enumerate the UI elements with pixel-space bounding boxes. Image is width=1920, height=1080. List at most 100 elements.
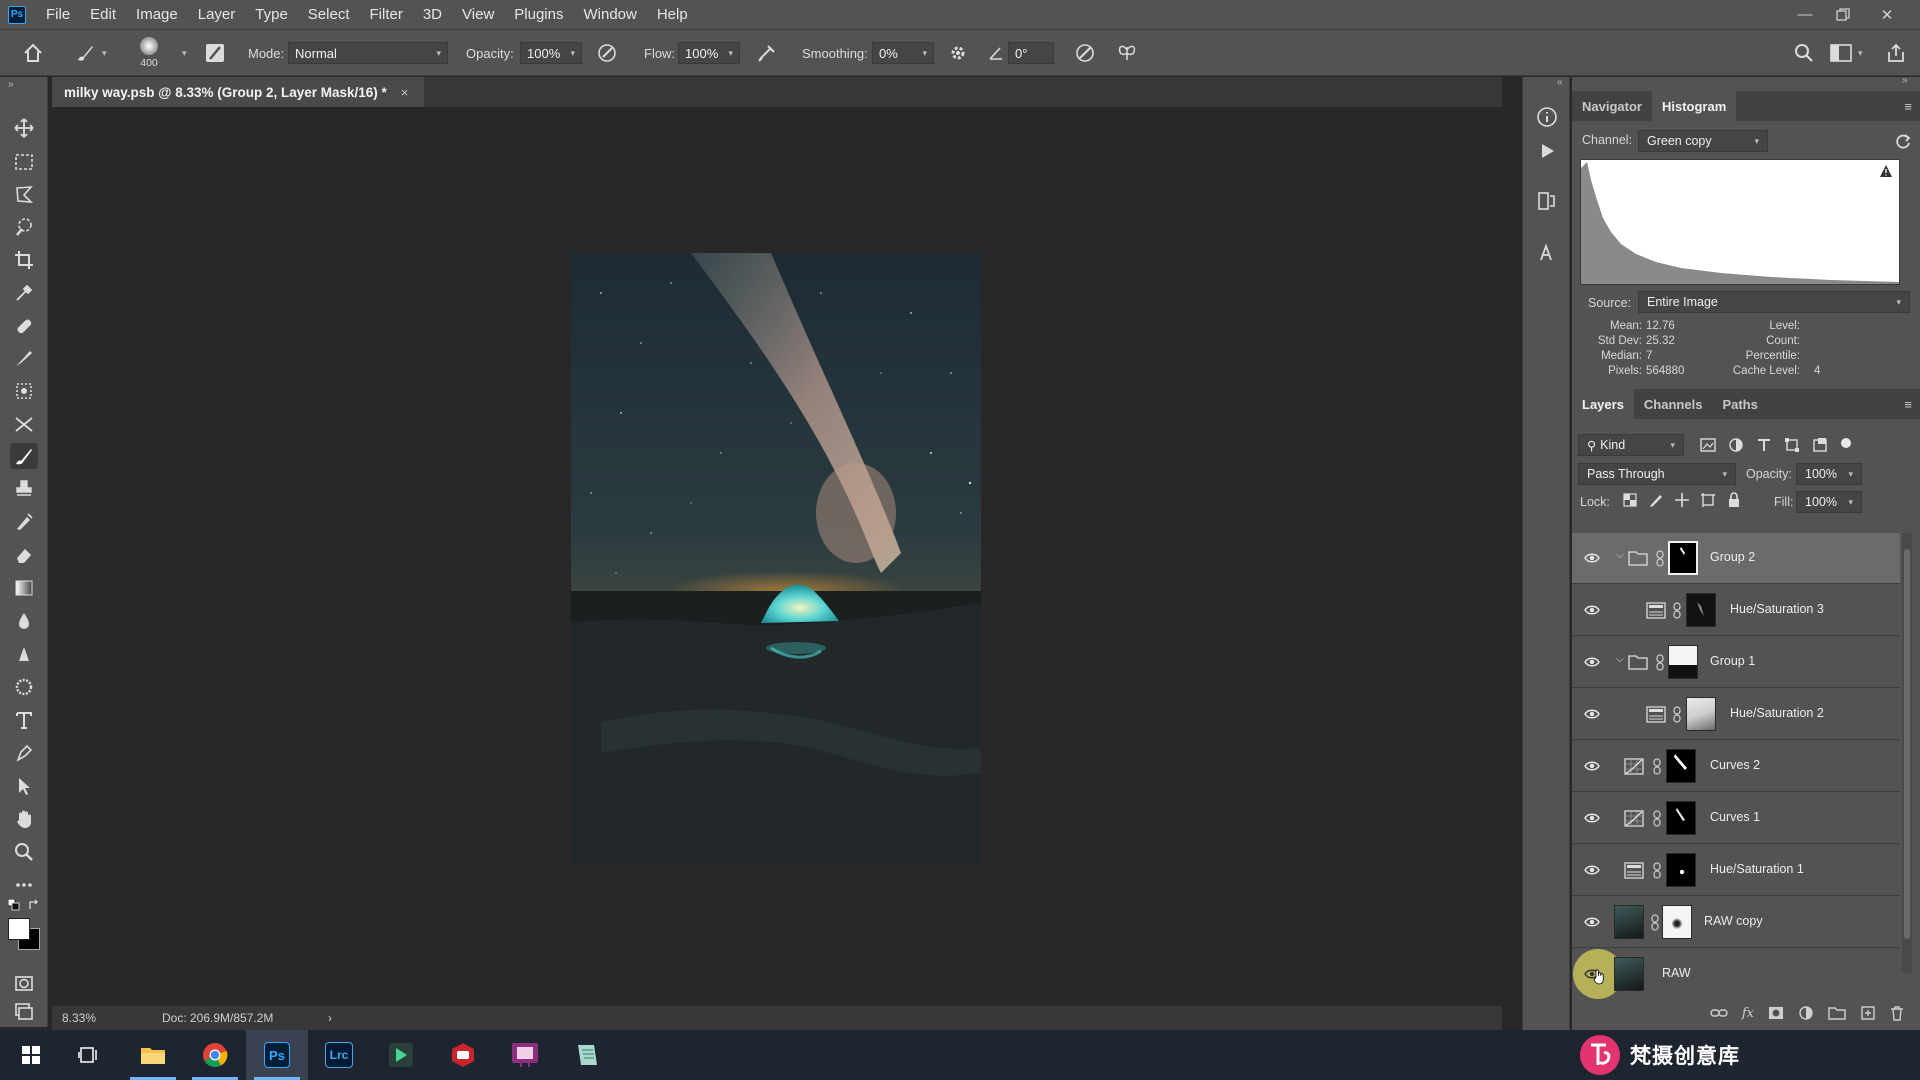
scrollbar-thumb[interactable] <box>1904 549 1910 939</box>
layer-row-hue-saturation-3[interactable]: Hue/Saturation 3 <box>1572 585 1900 636</box>
visibility-eye-icon[interactable] <box>1584 654 1600 670</box>
opacity-field[interactable]: 100% ▾ <box>520 30 582 76</box>
layer-mask-thumbnail[interactable] <box>1668 645 1698 679</box>
menu-help[interactable]: Help <box>647 6 698 23</box>
layer-mask-thumbnail[interactable] <box>1686 593 1716 627</box>
refresh-histogram-icon[interactable] <box>1894 132 1912 153</box>
collapse-right-panel-icon[interactable]: » <box>1902 75 1908 86</box>
smart-object-filter-icon[interactable] <box>1812 437 1828 453</box>
workspace-icon[interactable]: ▾ <box>1830 30 1863 76</box>
home-icon[interactable] <box>22 30 44 76</box>
visibility-eye-icon[interactable] <box>1584 810 1600 826</box>
info-icon[interactable] <box>1535 105 1559 129</box>
layer-mask-thumbnail[interactable] <box>1666 749 1696 783</box>
mask-link-icon[interactable] <box>1650 914 1660 931</box>
mask-link-icon[interactable] <box>1655 654 1665 671</box>
source-select[interactable]: Entire Image ▾ <box>1638 291 1910 313</box>
fill-field[interactable]: 100% ▾ <box>1796 491 1862 513</box>
layer-opacity-field[interactable]: 100% ▾ <box>1796 463 1862 485</box>
layer-image-thumbnail[interactable] <box>1614 957 1644 991</box>
layer-row-hue-saturation-2[interactable]: Hue/Saturation 2 <box>1572 689 1900 740</box>
app-notes-icon[interactable] <box>556 1030 618 1080</box>
path-selection-tool-icon[interactable] <box>10 773 38 799</box>
close-tab-icon[interactable]: × <box>401 85 409 100</box>
file-explorer-icon[interactable] <box>122 1030 184 1080</box>
layer-mask-thumbnail[interactable] <box>1662 905 1692 939</box>
restore-icon[interactable] <box>1824 0 1862 29</box>
blend-mode-select[interactable]: Pass Through ▾ <box>1578 463 1736 485</box>
channel-select[interactable]: Green copy ▾ <box>1638 130 1768 152</box>
chrome-icon[interactable] <box>184 1030 246 1080</box>
visibility-eye-icon[interactable] <box>1584 758 1600 774</box>
layer-mask-thumbnail[interactable] <box>1666 801 1696 835</box>
zoom-level[interactable]: 8.33% <box>62 1011 96 1025</box>
tab-layers[interactable]: Layers <box>1572 389 1634 419</box>
pressure-size-icon[interactable] <box>1074 30 1096 76</box>
visibility-eye-icon[interactable] <box>1584 550 1600 566</box>
tab-channels[interactable]: Channels <box>1634 389 1713 419</box>
new-layer-icon[interactable] <box>1860 1005 1876 1021</box>
menu-edit[interactable]: Edit <box>80 6 126 23</box>
photoshop-taskbar-icon[interactable]: Ps <box>246 1030 308 1080</box>
lightroom-classic-icon[interactable]: Lrc <box>308 1030 370 1080</box>
minimize-icon[interactable]: — <box>1786 0 1824 29</box>
layer-mask-thumbnail[interactable] <box>1668 541 1698 575</box>
quick-selection-tool-icon[interactable] <box>10 214 38 240</box>
expand-group-icon[interactable]: ⌵ <box>1616 550 1624 561</box>
menu-select[interactable]: Select <box>298 6 360 23</box>
type-tool-icon[interactable] <box>10 707 38 733</box>
menu-filter[interactable]: Filter <box>360 6 413 23</box>
pen-tool-icon[interactable] <box>10 674 38 700</box>
mask-link-icon[interactable] <box>1655 550 1665 567</box>
smoothing-field[interactable]: 0% ▾ <box>872 30 934 76</box>
new-adjustment-layer-icon[interactable] <box>1798 1005 1814 1021</box>
delete-layer-icon[interactable] <box>1890 1005 1904 1021</box>
layer-row-hue-saturation-1[interactable]: Hue/Saturation 1 <box>1572 845 1900 896</box>
adjustment-filter-icon[interactable] <box>1728 437 1744 453</box>
menu-type[interactable]: Type <box>245 6 298 23</box>
layer-mask-thumbnail[interactable] <box>1666 853 1696 887</box>
foreground-color-swatch[interactable] <box>8 918 30 940</box>
stamp-tool-icon[interactable] <box>10 476 38 502</box>
layer-image-thumbnail[interactable] <box>1614 905 1644 939</box>
menu-3d[interactable]: 3D <box>413 6 452 23</box>
visibility-eye-icon[interactable] <box>1584 602 1600 618</box>
brush-preset-picker[interactable]: 400 <box>140 30 158 76</box>
panel-menu-icon[interactable]: ≡ <box>1904 389 1920 419</box>
screen-mode-icon[interactable] <box>10 999 38 1025</box>
freeform-pen-tool-icon[interactable] <box>10 740 38 766</box>
tab-navigator[interactable]: Navigator <box>1572 91 1652 121</box>
mode-select[interactable]: Normal ▾ <box>288 30 448 76</box>
swap-colors-icon[interactable] <box>28 899 40 911</box>
lock-transparency-icon[interactable] <box>1622 492 1638 508</box>
eraser-tool-icon[interactable] <box>10 542 38 568</box>
smoothing-options-gear-icon[interactable] <box>948 30 968 76</box>
document-tab[interactable]: milky way.psb @ 8.33% (Group 2, Layer Ma… <box>52 77 424 107</box>
layer-filter-select[interactable]: ⚲ Kind ▾ <box>1578 434 1684 456</box>
brush-tool-icon[interactable]: ▾ <box>74 30 107 76</box>
quick-mask-icon[interactable] <box>10 970 38 996</box>
visibility-eye-icon[interactable] <box>1584 862 1600 878</box>
pixel-filter-icon[interactable] <box>1700 437 1716 453</box>
crop-tool-icon[interactable] <box>10 247 38 273</box>
layer-row-curves-2[interactable]: Curves 2 <box>1572 741 1900 792</box>
flow-field[interactable]: 100% ▾ <box>678 30 740 76</box>
history-icon[interactable] <box>1535 189 1559 213</box>
lasso-tool-icon[interactable] <box>10 181 38 207</box>
menu-plugins[interactable]: Plugins <box>504 6 573 23</box>
more-tools-icon[interactable] <box>10 872 38 898</box>
layer-row-group-1[interactable]: ⌵ Group 1 <box>1572 637 1900 688</box>
actions-play-icon[interactable] <box>1535 139 1559 163</box>
start-button-windows-icon[interactable] <box>0 1030 62 1080</box>
brush-preset-chevron-icon[interactable]: ▾ <box>176 30 187 76</box>
symmetry-butterfly-icon[interactable] <box>1116 30 1138 76</box>
link-layers-icon[interactable] <box>1710 1006 1728 1020</box>
close-window-icon[interactable]: ✕ <box>1868 0 1906 29</box>
share-icon[interactable] <box>1886 30 1906 76</box>
art-history-brush-icon[interactable] <box>10 509 38 535</box>
app-purple-icon[interactable] <box>494 1030 556 1080</box>
clone-stamp-tool-icon[interactable] <box>10 378 38 404</box>
blur-tool-icon[interactable] <box>10 608 38 634</box>
active-brush-tool-icon[interactable] <box>10 443 38 469</box>
warning-icon[interactable] <box>1879 164 1893 181</box>
